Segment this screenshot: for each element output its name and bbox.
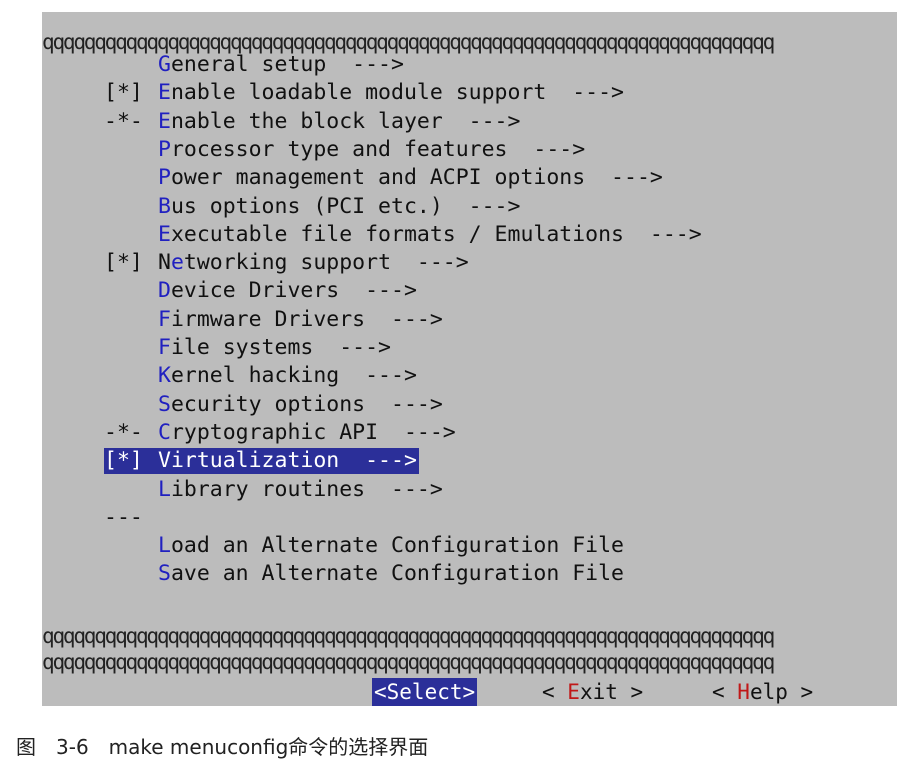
menu-item-label: nable loadable module support ---> [170,80,624,106]
menu-item-hotkey: K [158,363,171,389]
menu-item-hotkey: L [158,533,171,559]
exit-button[interactable]: < Exit > [542,678,643,706]
menu-item-prefix: [*] [104,80,143,106]
help-button[interactable]: < Help > [712,678,813,706]
menu-item-prefix: [*] [104,448,143,474]
menu-item-prefix: -*- [104,108,143,134]
menu-item[interactable]: [*] Virtualization ---> [104,448,419,475]
menu-item-hotkey: E [158,221,171,247]
menu-item-hotkey: P [158,165,171,191]
menu-item[interactable]: Save an Alternate Configuration File [104,561,624,587]
select-button[interactable]: <Select> [372,678,478,706]
menu-item[interactable]: File systems ---> [104,335,391,361]
menu-item-label: ower management and ACPI options ---> [170,165,663,191]
menu-item-hotkey: C [158,419,171,445]
menu-item-label: ile systems ---> [170,335,392,360]
top-border: qqqqqqqqqqqqqqqqqqqqqqqqqqqqqqqqqqqqqqqq… [42,30,775,54]
button-bar: <Select> < Exit > < Help > [42,678,897,706]
menu-item-label: ave an Alternate Configuration File [170,561,624,587]
menu-item-label: evice Drivers ---> [170,278,417,304]
menu-item-label: N [158,250,171,276]
menu-item-label: nable the block layer ---> [170,108,521,134]
menu-item[interactable]: Security options ---> [104,392,443,418]
menu-item-hotkey: F [158,306,171,332]
menu-item-label: rocessor type and features ---> [170,136,586,162]
menu-item[interactable]: Firmware Drivers ---> [104,307,443,333]
menu-item[interactable]: General setup ---> [104,52,404,78]
menu-item[interactable]: [*] Enable loadable module support ---> [104,80,624,106]
menu-item-hotkey: F [158,335,171,360]
menu-item-label: ryptographic API ---> [170,419,456,445]
menu-item-hotkey: D [158,278,171,304]
menu-item-label: xecutable file formats / Emulations ---> [170,221,702,247]
menu-item-hotkey: P [158,136,171,162]
menu-item-hotkey: e [170,250,184,276]
menu-item-label: ecurity options ---> [170,391,443,417]
menu-item-hotkey: B [158,193,171,219]
menu-item-hotkey: E [158,80,171,106]
menu-item[interactable]: -*- Cryptographic API ---> [104,420,456,446]
menu-item-hotkey: V [158,448,171,474]
menu-item[interactable]: Bus options (PCI etc.) ---> [104,194,520,220]
menu-item-hotkey: E [158,108,171,134]
menu-item-label: ibrary routines ---> [170,476,443,502]
menu-item[interactable]: Library routines ---> [104,477,443,503]
menuconfig-window: qqqqqqqqqqqqqqqqqqqqqqqqqqqqqqqqqqqqqqqq… [42,12,897,706]
figure-caption: 图 3-6 make menuconfig命令的选择界面 [16,735,429,759]
menu-separator: --- [104,504,143,530]
menu-item-prefix: [*] [104,250,143,276]
menu-item-label: ernel hacking ---> [170,363,417,389]
menu-item-label: oad an Alternate Configuration File [170,533,624,559]
menu-item-label: irtualization ---> [170,448,417,474]
menu-item-label: us options (PCI etc.) ---> [170,193,521,219]
menu-item-hotkey: S [158,391,171,417]
menu-item[interactable]: [*] Networking support ---> [104,250,469,276]
menu-item[interactable]: -*- Enable the block layer ---> [104,109,520,135]
menu-item[interactable]: Device Drivers ---> [104,278,417,304]
menu-item[interactable]: Kernel hacking ---> [104,363,417,389]
menu-item-label: tworking support ---> [183,250,469,276]
menu-item-hotkey: S [158,561,171,587]
menu-item-hotkey: L [158,476,171,502]
menu-item[interactable]: Executable file formats / Emulations ---… [104,222,702,248]
menu-item[interactable]: Load an Alternate Configuration File [104,533,624,559]
bottom-border-2: qqqqqqqqqqqqqqqqqqqqqqqqqqqqqqqqqqqqqqqq… [42,650,775,674]
menu-item[interactable]: Processor type and features ---> [104,137,585,163]
menu-item-label: eneral setup ---> [170,52,404,77]
menu-item-hotkey: G [158,52,171,77]
menu-item[interactable]: Power management and ACPI options ---> [104,165,663,191]
bottom-border-1: qqqqqqqqqqqqqqqqqqqqqqqqqqqqqqqqqqqqqqqq… [42,624,775,648]
menu-item-label: irmware Drivers ---> [170,306,443,332]
menu-item-prefix: -*- [104,419,143,445]
